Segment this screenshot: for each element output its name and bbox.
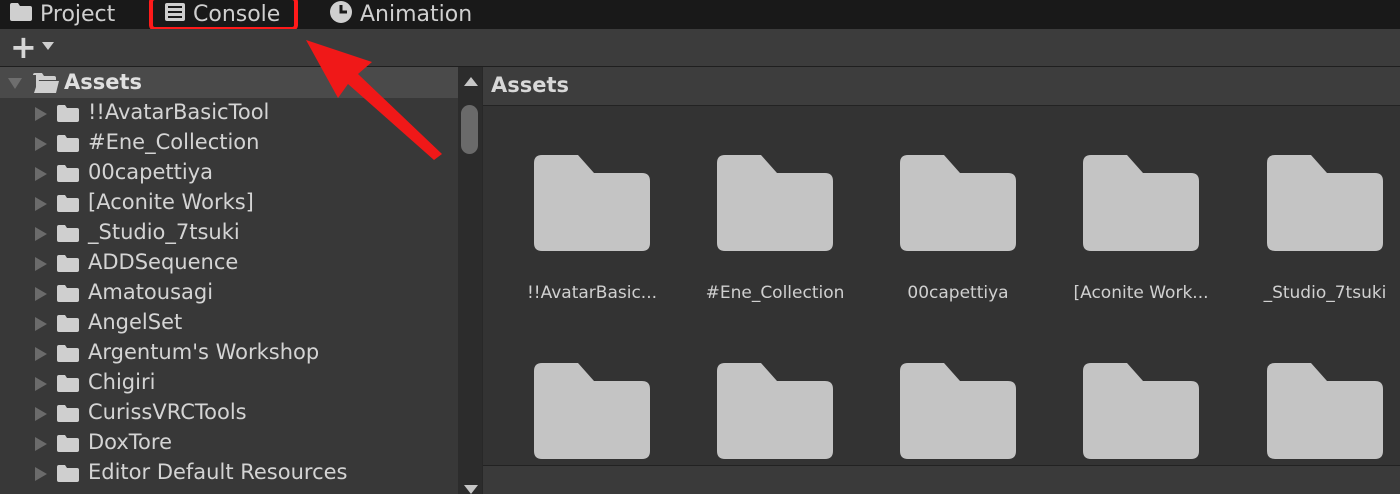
folder-icon <box>57 135 79 156</box>
grid-header: Assets <box>483 67 1400 106</box>
scrollbar-thumb[interactable] <box>461 105 478 154</box>
tree-item[interactable]: Amatousagi <box>0 278 458 308</box>
grid-item[interactable] <box>1071 363 1211 459</box>
tree-item-label: #Ene_Collection <box>88 130 260 154</box>
grid-footer <box>483 465 1400 494</box>
folder-icon <box>57 345 79 366</box>
tree-item-label: Editor Default Resources <box>88 460 348 484</box>
expand-down-icon[interactable] <box>8 78 22 89</box>
scroll-up-icon[interactable] <box>464 77 478 86</box>
grid-item-label: [Aconite Work... <box>1073 283 1209 303</box>
scroll-down-icon[interactable] <box>464 485 478 494</box>
toolbar: + <box>0 29 1400 67</box>
tab-animation[interactable]: Animation <box>330 0 472 29</box>
expand-right-icon[interactable] <box>35 257 47 271</box>
expand-right-icon[interactable] <box>35 407 47 421</box>
grid-item-label: 00capettiya <box>907 283 1009 303</box>
grid-item[interactable] <box>705 363 845 459</box>
grid-item[interactable] <box>1255 363 1395 459</box>
folder-icon <box>717 363 833 459</box>
grid-item[interactable]: !!AvatarBasic... <box>522 155 662 303</box>
expand-right-icon[interactable] <box>35 107 47 121</box>
folder-icon <box>57 195 79 216</box>
tree-item-label: Argentum's Workshop <box>88 340 320 364</box>
folder-icon <box>57 375 79 396</box>
tree-item[interactable]: AngelSet <box>0 308 458 338</box>
tree-scrollbar[interactable] <box>458 67 482 494</box>
tree-item[interactable]: ADDSequence <box>0 248 458 278</box>
tree-item[interactable]: [Aconite Works] <box>0 188 458 218</box>
grid-item-label: !!AvatarBasic... <box>526 283 658 303</box>
tree-item[interactable]: 00capettiya <box>0 158 458 188</box>
clock-icon <box>330 0 352 29</box>
folder-icon <box>534 155 650 251</box>
tree-item[interactable]: DoxTore <box>0 428 458 458</box>
folder-icon <box>57 255 79 276</box>
tree-item-label: [Aconite Works] <box>88 190 254 214</box>
tab-project[interactable]: Project <box>10 0 115 29</box>
tree-item[interactable]: Argentum's Workshop <box>0 338 458 368</box>
folder-icon <box>10 2 32 27</box>
folder-icon <box>900 155 1016 251</box>
chevron-down-icon[interactable] <box>42 42 54 50</box>
grid-item[interactable]: #Ene_Collection <box>705 155 845 303</box>
expand-right-icon[interactable] <box>35 377 47 391</box>
folder-icon <box>717 155 833 251</box>
expand-right-icon[interactable] <box>35 317 47 331</box>
tree-item[interactable]: _Studio_7tsuki <box>0 218 458 248</box>
tree-item-label: CurissVRCTools <box>88 400 247 424</box>
folder-icon <box>1083 363 1199 459</box>
grid-item-label: #Ene_Collection <box>705 283 845 303</box>
folder-icon <box>900 363 1016 459</box>
expand-right-icon[interactable] <box>35 227 47 241</box>
grid-item-label: _Studio_7tsuki <box>1263 283 1387 303</box>
asset-grid: !!AvatarBasic... #Ene_Collection 00capet… <box>483 106 1400 465</box>
folder-icon <box>57 165 79 186</box>
expand-right-icon[interactable] <box>35 467 47 481</box>
expand-right-icon[interactable] <box>35 167 47 181</box>
folder-icon <box>1267 155 1383 251</box>
folder-icon <box>1267 363 1383 459</box>
folder-icon <box>57 105 79 126</box>
grid-item[interactable]: [Aconite Work... <box>1071 155 1211 303</box>
tree-item-label: DoxTore <box>88 430 172 454</box>
console-tab-highlight <box>149 0 298 31</box>
tree-root-label: Assets <box>64 70 143 94</box>
folder-icon <box>57 315 79 336</box>
tab-label: Project <box>40 2 116 27</box>
tree-item[interactable]: Editor Default Resources <box>0 458 458 488</box>
annotation-arrow-icon <box>306 40 442 160</box>
folder-icon <box>57 225 79 246</box>
grid-item[interactable] <box>522 363 662 459</box>
folder-icon <box>57 405 79 426</box>
expand-right-icon[interactable] <box>35 137 47 151</box>
tab-label: Animation <box>360 2 473 27</box>
expand-right-icon[interactable] <box>35 197 47 211</box>
grid-item[interactable]: 00capettiya <box>888 155 1028 303</box>
tree-item-label: Amatousagi <box>88 280 214 304</box>
grid-item[interactable]: _Studio_7tsuki <box>1255 155 1395 303</box>
folder-icon <box>57 285 79 306</box>
tree-item-label: 00capettiya <box>88 160 213 184</box>
folder-icon <box>57 465 79 486</box>
folder-icon <box>1083 155 1199 251</box>
tree-item-label: AngelSet <box>88 310 183 334</box>
tree-item[interactable]: Chigiri <box>0 368 458 398</box>
grid-item[interactable] <box>888 363 1028 459</box>
expand-right-icon[interactable] <box>35 437 47 451</box>
grid-header-title: Assets <box>491 73 570 97</box>
expand-right-icon[interactable] <box>35 347 47 361</box>
tree-item-label: Chigiri <box>88 370 156 394</box>
open-folder-icon <box>33 73 59 97</box>
tree-item-label: _Studio_7tsuki <box>88 220 240 244</box>
tree-item[interactable]: CurissVRCTools <box>0 398 458 428</box>
tree-item-label: ADDSequence <box>88 250 239 274</box>
tree-item-label: !!AvatarBasicTool <box>88 100 270 124</box>
add-button[interactable]: + <box>10 31 37 63</box>
folder-icon <box>57 435 79 456</box>
folder-icon <box>534 363 650 459</box>
expand-right-icon[interactable] <box>35 287 47 301</box>
